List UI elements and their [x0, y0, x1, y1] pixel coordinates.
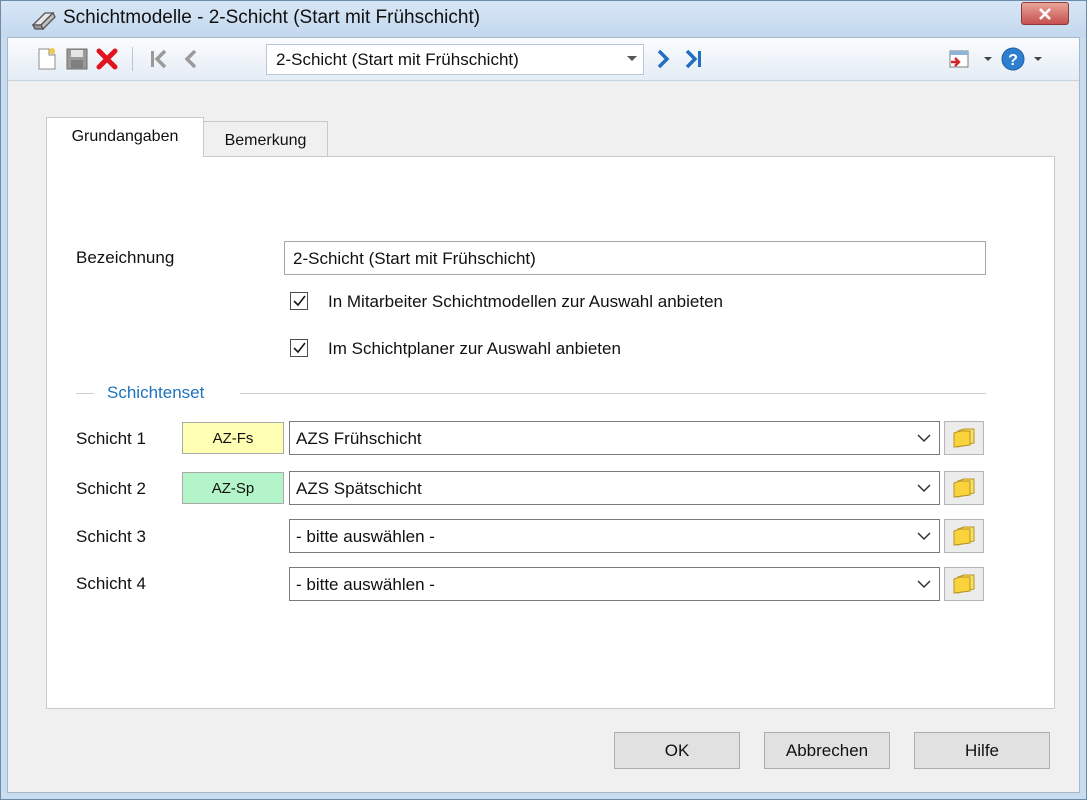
shift-3-label: Schicht 3: [76, 527, 146, 546]
shift-3-value: - bitte auswählen -: [296, 527, 435, 546]
checkbox-schichtplaner-auswahl[interactable]: [290, 339, 308, 357]
checkmark-icon: [293, 342, 306, 354]
export-icon[interactable]: [944, 44, 974, 74]
group-divider: [76, 393, 94, 394]
folder-icon: [953, 478, 975, 498]
tab-grundangaben[interactable]: Grundangaben: [46, 117, 204, 157]
checkbox-schichtplaner-label[interactable]: Im Schichtplaner zur Auswahl anbieten: [328, 339, 621, 359]
chevron-down-icon: [917, 580, 931, 589]
record-select-value: 2-Schicht (Start mit Frühschicht): [276, 50, 519, 69]
shift-2-badge: AZ-Sp: [182, 472, 284, 504]
new-document-icon[interactable]: [32, 44, 62, 74]
shift-3-select[interactable]: - bitte auswählen -: [289, 519, 940, 553]
svg-text:?: ?: [1008, 52, 1018, 69]
bezeichnung-label: Bezeichnung: [76, 248, 175, 267]
previous-record-icon[interactable]: [176, 44, 206, 74]
help-button[interactable]: Hilfe: [914, 732, 1050, 769]
shift-4-browse-button[interactable]: [944, 567, 984, 601]
dialog-window: Schichtmodelle - 2-Schicht (Start mit Fr…: [0, 0, 1087, 800]
close-icon: [1039, 7, 1051, 20]
title-bar[interactable]: Schichtmodelle - 2-Schicht (Start mit Fr…: [1, 1, 1086, 37]
shift-1-browse-button[interactable]: [944, 421, 984, 455]
shift-2-browse-button[interactable]: [944, 471, 984, 505]
chevron-down-icon: [917, 532, 931, 541]
ok-button[interactable]: OK: [614, 732, 740, 769]
app-icon: [31, 11, 56, 31]
tab-bemerkung[interactable]: Bemerkung: [204, 121, 328, 157]
shift-1-value: AZS Frühschicht: [296, 429, 422, 448]
last-record-icon[interactable]: [678, 44, 708, 74]
group-label-schichtenset: Schichtenset: [107, 383, 205, 402]
bezeichnung-field[interactable]: 2-Schicht (Start mit Frühschicht): [284, 241, 986, 275]
shift-4-label: Schicht 4: [76, 574, 146, 593]
save-icon[interactable]: [62, 44, 92, 74]
group-divider: [240, 393, 986, 394]
help-dropdown-icon[interactable]: [1034, 57, 1042, 61]
folder-icon: [953, 428, 975, 448]
window-title: Schichtmodelle - 2-Schicht (Start mit Fr…: [63, 7, 481, 28]
chevron-down-icon: [627, 56, 637, 61]
delete-icon[interactable]: [92, 44, 122, 74]
next-record-icon[interactable]: [648, 44, 678, 74]
cancel-button[interactable]: Abbrechen: [764, 732, 890, 769]
help-icon[interactable]: ?: [998, 44, 1028, 74]
shift-2-select[interactable]: AZS Spätschicht: [289, 471, 940, 505]
checkbox-mitarbeiter-label[interactable]: In Mitarbeiter Schichtmodellen zur Auswa…: [328, 292, 723, 312]
checkbox-mitarbeiter-auswahl[interactable]: [290, 292, 308, 310]
shift-2-label: Schicht 2: [76, 479, 146, 498]
folder-icon: [953, 526, 975, 546]
shift-1-badge: AZ-Fs: [182, 422, 284, 454]
toolbar: 2-Schicht (Start mit Frühschicht) ?: [8, 38, 1079, 81]
checkmark-icon: [293, 295, 306, 307]
record-select[interactable]: 2-Schicht (Start mit Frühschicht): [266, 44, 644, 75]
chevron-down-icon: [917, 434, 931, 443]
folder-icon: [953, 574, 975, 594]
toolbar-separator: [132, 47, 133, 71]
shift-4-select[interactable]: - bitte auswählen -: [289, 567, 940, 601]
shift-2-value: AZS Spätschicht: [296, 479, 422, 498]
export-dropdown-icon[interactable]: [984, 57, 992, 61]
shift-4-value: - bitte auswählen -: [296, 575, 435, 594]
shift-1-select[interactable]: AZS Frühschicht: [289, 421, 940, 455]
close-button[interactable]: [1021, 2, 1069, 25]
shift-3-browse-button[interactable]: [944, 519, 984, 553]
chevron-down-icon: [917, 484, 931, 493]
first-record-icon[interactable]: [144, 44, 174, 74]
shift-1-label: Schicht 1: [76, 429, 146, 448]
